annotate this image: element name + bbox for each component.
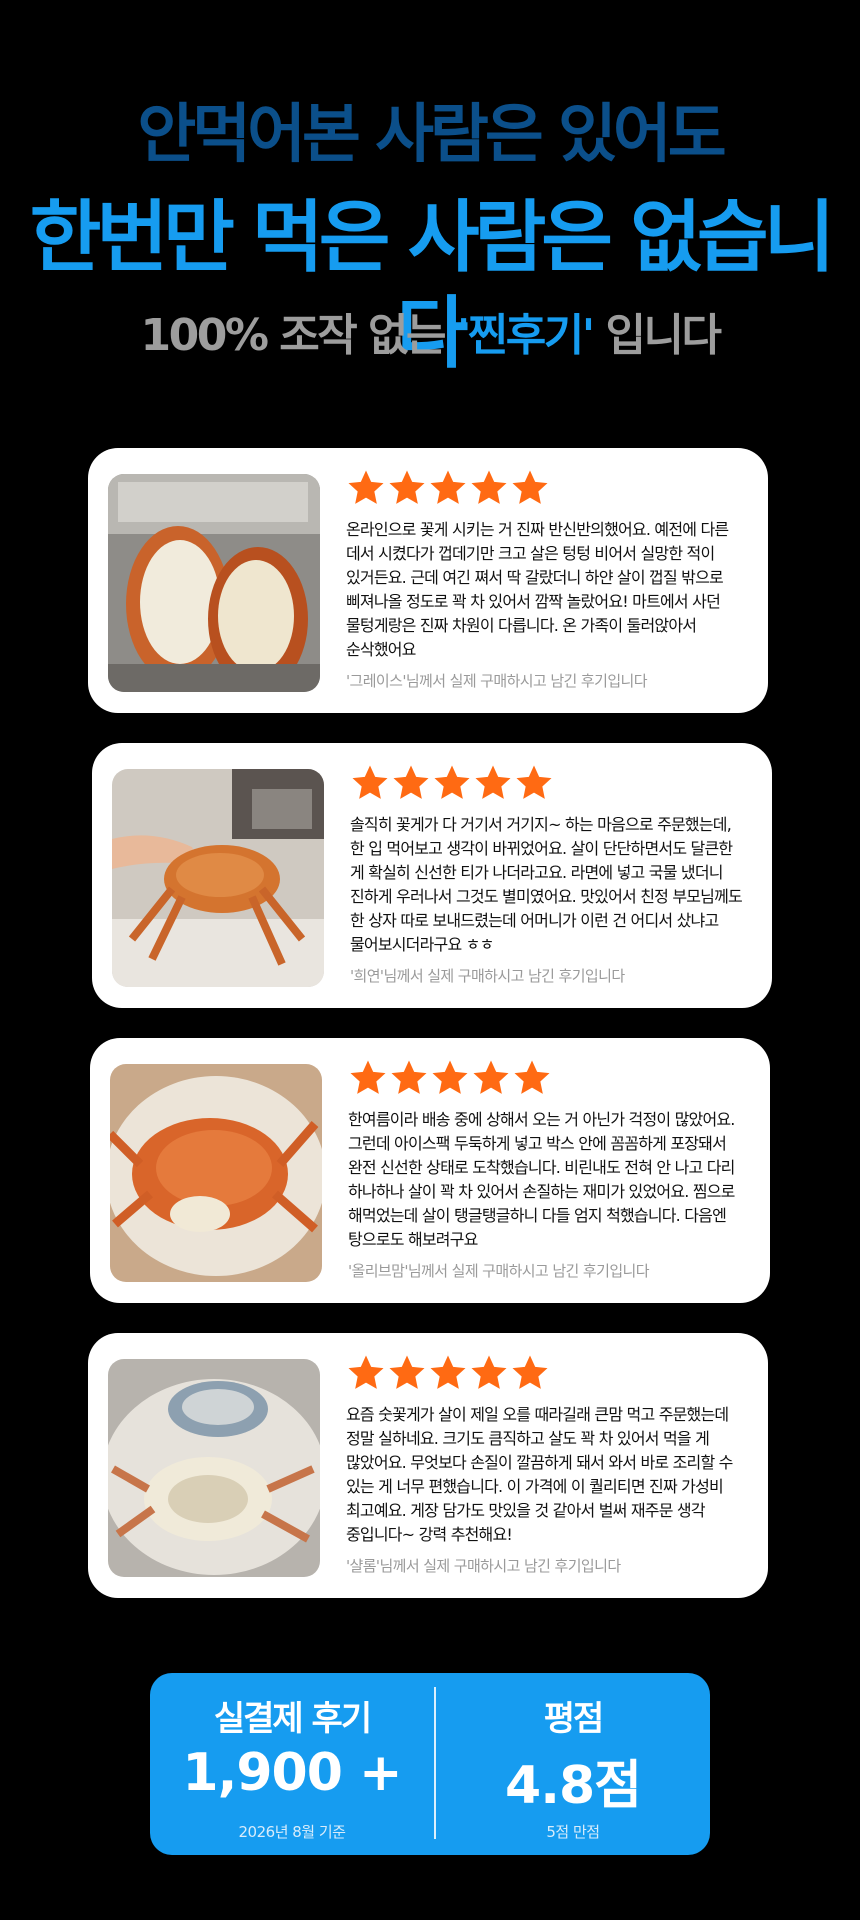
crab-halves-photo [108,474,320,692]
review-author: '그레이스'님께서 실제 구매하시고 남긴 후기입니다 [346,672,648,690]
review-card: 온라인으로 꽃게 시키는 거 진짜 반신반의했어요. 예전에 다른 데서 시켰다… [88,448,768,713]
star-icon [350,1060,386,1094]
review-text: 요즘 숫꽃게가 살이 제일 오를 때라길래 큰맘 먹고 주문했는데 정말 실하네… [346,1405,733,1544]
star-icon [473,1060,509,1094]
star-icon [514,1060,550,1094]
star-icon [512,470,548,504]
star-icon [393,765,429,799]
rating-stat: 평점 4.8점 5점 만점 [436,1673,710,1855]
crab-halves-photo-art [108,474,320,692]
star-icon [352,765,388,799]
star-icon [475,765,511,799]
hand-holding-crab-photo-art [112,769,324,987]
rating-value: 4.8점 [505,1756,642,1816]
star-icon [430,470,466,504]
star-icon [432,1060,468,1094]
star-icon [348,1355,384,1389]
star-icon [512,1355,548,1389]
hand-holding-crab-photo [112,769,324,987]
review-text: 한여름이라 배송 중에 상해서 오는 거 아닌가 걱정이 많았어요. 그런데 아… [348,1110,735,1249]
review-author: '샬롬'님께서 실제 구매하시고 남긴 후기입니다 [346,1557,621,1575]
rating-label: 평점 [543,1699,605,1739]
rating-stars [350,763,554,805]
review-card: 요즘 숫꽃게가 살이 제일 오를 때라길래 큰맘 먹고 주문했는데 정말 실하네… [88,1333,768,1598]
rating-stars [348,1058,552,1100]
hero-line-3-prefix: 100% 조작 없는 [140,310,457,361]
hero-line-3-suffix: 입니다 [592,310,722,361]
review-author: '올리브맘'님께서 실제 구매하시고 남긴 후기입니다 [348,1262,650,1280]
rating-stars [346,468,550,510]
star-icon [391,1060,427,1094]
review-count-note: 2026년 8월 기준 [238,1823,346,1841]
opened-crab-plate-photo [108,1359,320,1577]
review-card: 솔직히 꽃게가 다 거기서 거기지~ 하는 마음으로 주문했는데, 한 입 먹어… [92,743,772,1008]
star-icon [471,1355,507,1389]
review-text: 솔직히 꽃게가 다 거기서 거기지~ 하는 마음으로 주문했는데, 한 입 먹어… [350,815,743,954]
star-icon [348,470,384,504]
star-icon [389,470,425,504]
opened-crab-plate-photo-art [108,1359,320,1577]
review-stats-box: 실결제 후기 1,900 + 2026년 8월 기준 평점 4.8점 5점 만점 [150,1673,710,1855]
steamed-crab-plate-photo-art [110,1064,322,1282]
review-text: 온라인으로 꽃게 시키는 거 진짜 반신반의했어요. 예전에 다른 데서 시켰다… [346,520,729,659]
star-icon [471,470,507,504]
review-card: 한여름이라 배송 중에 상해서 오는 거 아닌가 걱정이 많았어요. 그런데 아… [90,1038,770,1303]
rating-note: 5점 만점 [546,1823,600,1841]
review-count-value: 1,900 + [182,1743,402,1803]
review-count-label: 실결제 후기 [213,1699,372,1739]
star-icon [389,1355,425,1389]
star-icon [430,1355,466,1389]
review-author: '희연'님께서 실제 구매하시고 남긴 후기입니다 [350,967,625,985]
review-count-stat: 실결제 후기 1,900 + 2026년 8월 기준 [150,1673,434,1855]
rating-stars [346,1353,550,1395]
star-icon [434,765,470,799]
star-icon [516,765,552,799]
hero-line-3: 100% 조작 없는 '찐후기' 입니다 [0,306,860,366]
hero-line-3-highlight: '찐후기' [456,310,595,361]
hero-line-1: 안먹어본 사람은 있어도 [137,98,726,172]
steamed-crab-plate-photo [110,1064,322,1282]
